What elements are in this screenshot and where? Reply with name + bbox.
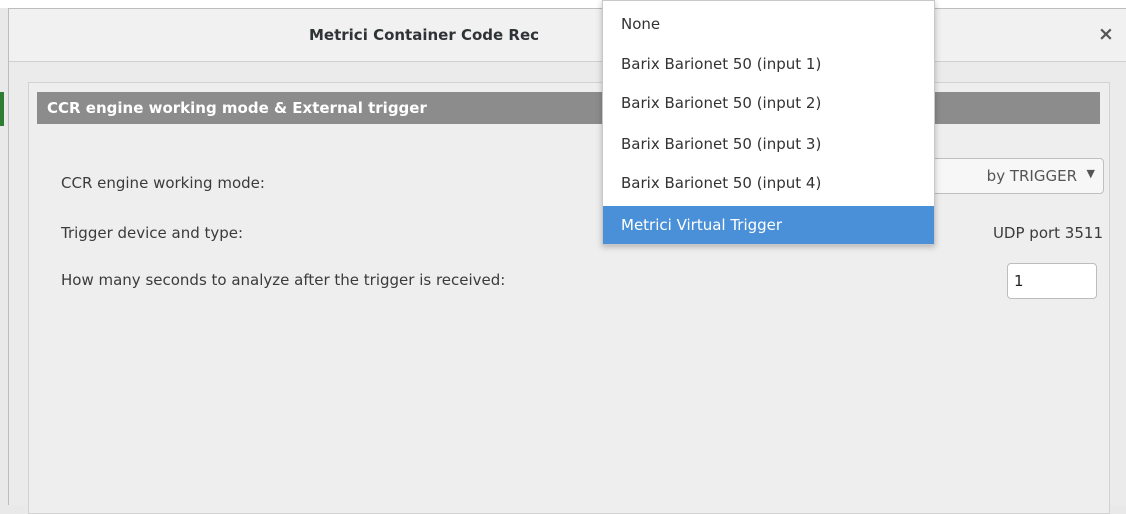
mode-label: CCR engine working mode: [61,174,265,192]
seconds-label: How many seconds to analyze after the tr… [61,271,506,289]
chevron-down-icon: ▼ [1086,167,1095,180]
dropdown-item-barionet-input-3[interactable]: Barix Barionet 50 (input 3) [603,125,934,163]
mode-value: by TRIGGER [986,167,1077,185]
settings-dialog: Metrici Container Code Rec × CCR engine … [8,8,1126,514]
device-value[interactable]: UDP port 3511 [993,224,1103,242]
settings-content: CCR engine working mode & External trigg… [28,82,1110,514]
seconds-input[interactable]: 1 [1007,263,1097,299]
trigger-device-dropdown[interactable]: None Barix Barionet 50 (input 1) Barix B… [602,0,935,245]
dialog-title: Metrici Container Code Rec [309,26,540,44]
dropdown-item-barionet-input-1[interactable]: Barix Barionet 50 (input 1) [603,45,934,83]
dropdown-item-metrici-virtual-trigger[interactable]: Metrici Virtual Trigger [603,206,934,244]
background-window-strip [0,0,1126,8]
background-window-accent [0,92,4,126]
section-header: CCR engine working mode & External trigg… [37,92,1100,124]
seconds-value: 1 [1014,272,1024,290]
mode-combo[interactable]: by TRIGGER ▼ [922,158,1104,194]
dropdown-item-none[interactable]: None [603,5,934,43]
device-label: Trigger device and type: [61,224,244,242]
dialog-titlebar[interactable]: Metrici Container Code Rec × [9,9,1126,62]
section-title: CCR engine working mode & External trigg… [47,99,427,117]
close-icon[interactable]: × [1093,21,1119,47]
dropdown-item-barionet-input-2[interactable]: Barix Barionet 50 (input 2) [603,84,934,122]
dropdown-item-barionet-input-4[interactable]: Barix Barionet 50 (input 4) [603,164,934,202]
